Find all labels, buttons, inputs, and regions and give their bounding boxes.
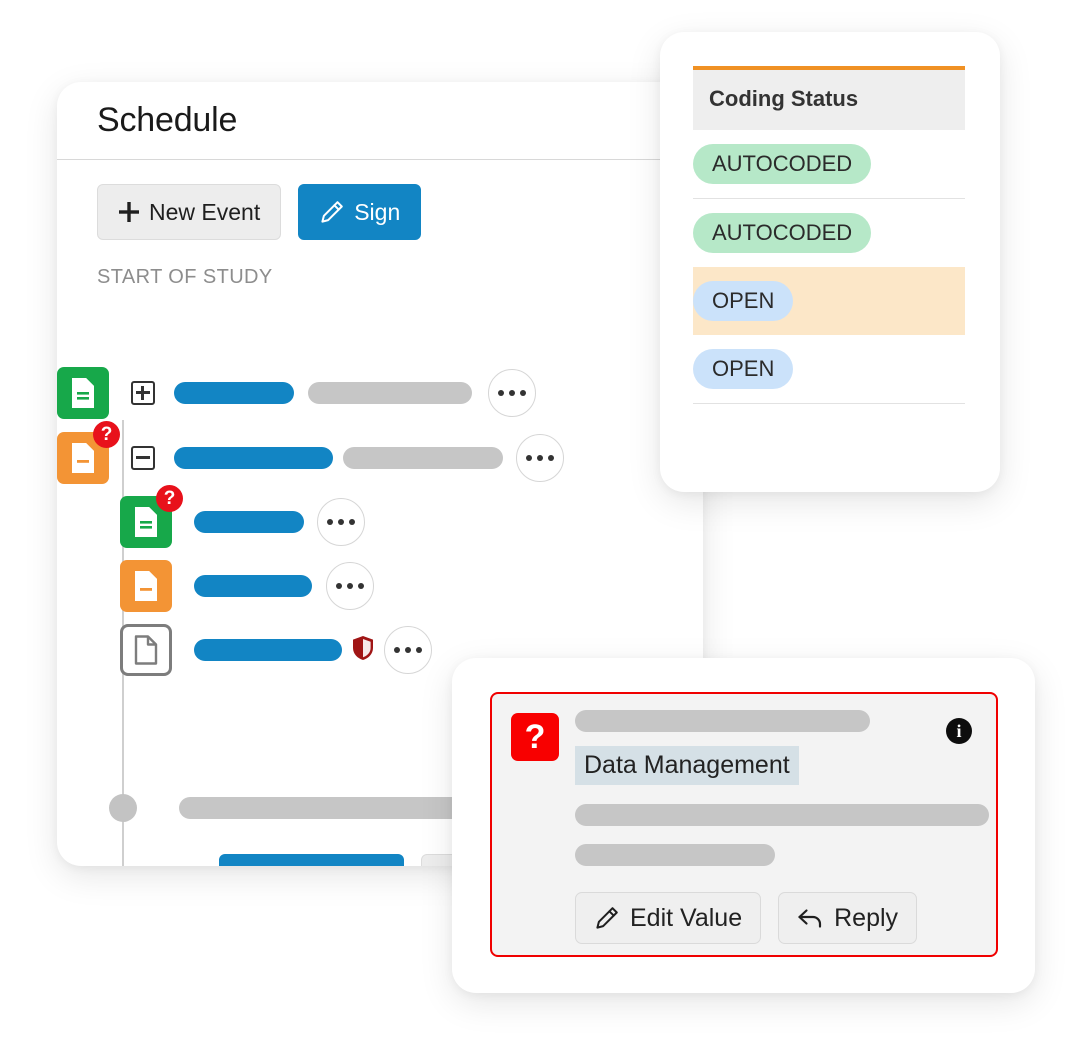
shield-icon[interactable] <box>352 635 374 666</box>
table-row[interactable] <box>57 367 536 419</box>
table-row[interactable]: ? <box>57 421 564 484</box>
query-body-placeholder <box>575 844 775 866</box>
pencil-icon <box>594 905 620 931</box>
coding-status-header: Coding Status <box>693 66 965 130</box>
enter-date-button[interactable]: Enter Date <box>219 854 404 866</box>
row-meta-placeholder <box>343 447 503 469</box>
query-badge[interactable]: ? <box>156 485 183 512</box>
start-of-study-label: START OF STUDY <box>97 266 273 288</box>
row-title-placeholder <box>174 382 294 404</box>
info-icon[interactable]: i <box>946 718 972 744</box>
list-item-selected[interactable]: OPEN <box>693 267 965 335</box>
row-overflow-button[interactable] <box>384 626 432 674</box>
status-badge: OPEN <box>693 281 794 321</box>
screenshot-root: Schedule New Event Sign START OF STUDY ?… <box>0 0 1080 1050</box>
new-event-button[interactable]: New Event <box>97 184 282 240</box>
edit-value-button[interactable]: Edit Value <box>575 892 762 944</box>
coding-status-card: Coding Status AUTOCODED AUTOCODED OPEN O… <box>660 32 1000 492</box>
page-title: Schedule <box>97 101 238 139</box>
row-divider <box>693 403 965 404</box>
document-icon-outline[interactable] <box>120 624 172 676</box>
query-title-placeholder <box>575 710 870 732</box>
query-actions: Edit Value Reply <box>575 892 982 944</box>
expand-toggle-plus[interactable] <box>131 381 155 405</box>
coding-status-column-header: Coding Status <box>709 86 859 111</box>
row-overflow-button[interactable] <box>516 434 564 482</box>
status-badge: OPEN <box>693 349 794 389</box>
schedule-body: New Event Sign START OF STUDY ? ? <box>57 160 703 866</box>
query-body-placeholder <box>575 804 989 826</box>
row-title-placeholder <box>174 447 333 469</box>
row-meta-placeholder <box>308 382 472 404</box>
query-flag-icon[interactable]: ? <box>511 713 559 761</box>
document-icon-orange[interactable]: ? <box>57 421 120 484</box>
table-row[interactable]: ? <box>120 485 365 548</box>
document-icon-orange[interactable] <box>120 560 172 612</box>
query-detail-card: ? i Data Management Edit Value Reply <box>452 658 1035 993</box>
document-icon-green[interactable] <box>57 367 109 419</box>
timeline-end-dot <box>109 794 137 822</box>
row-title-placeholder <box>194 511 304 533</box>
status-badge: AUTOCODED <box>693 144 872 184</box>
query-content: i Data Management Edit Value Reply <box>575 710 989 944</box>
query-badge[interactable]: ? <box>93 421 120 448</box>
row-title-placeholder <box>179 797 496 819</box>
pencil-icon <box>319 199 345 225</box>
query-highlight-box: ? i Data Management Edit Value Reply <box>490 692 998 957</box>
coding-status-table: Coding Status AUTOCODED AUTOCODED OPEN O… <box>693 66 965 404</box>
schedule-toolbar: New Event Sign <box>97 184 703 240</box>
schedule-header: Schedule <box>57 82 703 160</box>
row-overflow-button[interactable] <box>326 562 374 610</box>
collapse-toggle-minus[interactable] <box>131 446 155 470</box>
table-row[interactable] <box>120 624 432 676</box>
list-item[interactable]: AUTOCODED <box>693 130 965 198</box>
row-title-placeholder <box>194 575 312 597</box>
reply-label: Reply <box>834 903 899 932</box>
row-overflow-button[interactable] <box>488 369 536 417</box>
edit-value-label: Edit Value <box>630 903 743 932</box>
sign-label: Sign <box>354 198 401 225</box>
list-item[interactable]: OPEN <box>693 335 965 403</box>
query-field-value[interactable]: Data Management <box>575 746 799 785</box>
table-row[interactable] <box>120 560 374 612</box>
row-title-placeholder <box>194 639 342 661</box>
sign-button[interactable]: Sign <box>298 184 422 240</box>
list-item[interactable]: AUTOCODED <box>693 199 965 267</box>
plus-icon <box>118 201 140 223</box>
new-event-label: New Event <box>149 198 261 225</box>
document-icon-green[interactable]: ? <box>120 485 183 548</box>
status-badge: AUTOCODED <box>693 213 872 253</box>
row-overflow-button[interactable] <box>317 498 365 546</box>
reply-arrow-icon <box>797 906 824 930</box>
reply-button[interactable]: Reply <box>778 892 918 944</box>
